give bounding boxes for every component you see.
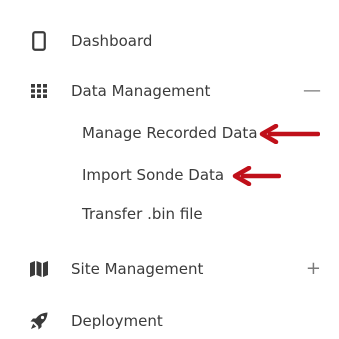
sidebar-item-data-management[interactable]: Data Management — xyxy=(0,76,339,106)
sidebar-item-label: Deployment xyxy=(71,312,163,330)
annotation-arrow xyxy=(259,124,320,144)
sidebar-item-label: Dashboard xyxy=(71,32,153,50)
subnav-item-transfer-bin-file[interactable]: Transfer .bin file xyxy=(0,201,339,227)
rocket-icon xyxy=(28,306,50,336)
annotation-arrow xyxy=(232,166,281,186)
sidebar-item-label: Site Management xyxy=(71,260,204,278)
grid-icon xyxy=(28,76,50,106)
sidebar-item-dashboard[interactable]: Dashboard xyxy=(0,26,339,56)
subnav-item-label: Manage Recorded Data xyxy=(82,124,258,142)
collapse-toggle[interactable]: — xyxy=(303,76,321,106)
sidebar-item-site-management[interactable]: Site Management + xyxy=(0,254,339,284)
expand-toggle[interactable]: + xyxy=(306,254,321,284)
map-icon xyxy=(28,254,50,284)
subnav-item-manage-recorded-data[interactable]: Manage Recorded Data xyxy=(0,120,339,146)
subnav-item-label: Import Sonde Data xyxy=(82,166,225,184)
tablet-icon xyxy=(28,26,50,56)
sidebar-item-label: Data Management xyxy=(71,82,211,100)
subnav-item-label: Transfer .bin file xyxy=(82,205,203,223)
subnav-item-import-sonde-data[interactable]: Import Sonde Data xyxy=(0,162,339,188)
sidebar-item-deployment[interactable]: Deployment xyxy=(0,306,339,336)
sidebar-nav: Dashboard Data Management — Manage Recor… xyxy=(0,0,339,339)
